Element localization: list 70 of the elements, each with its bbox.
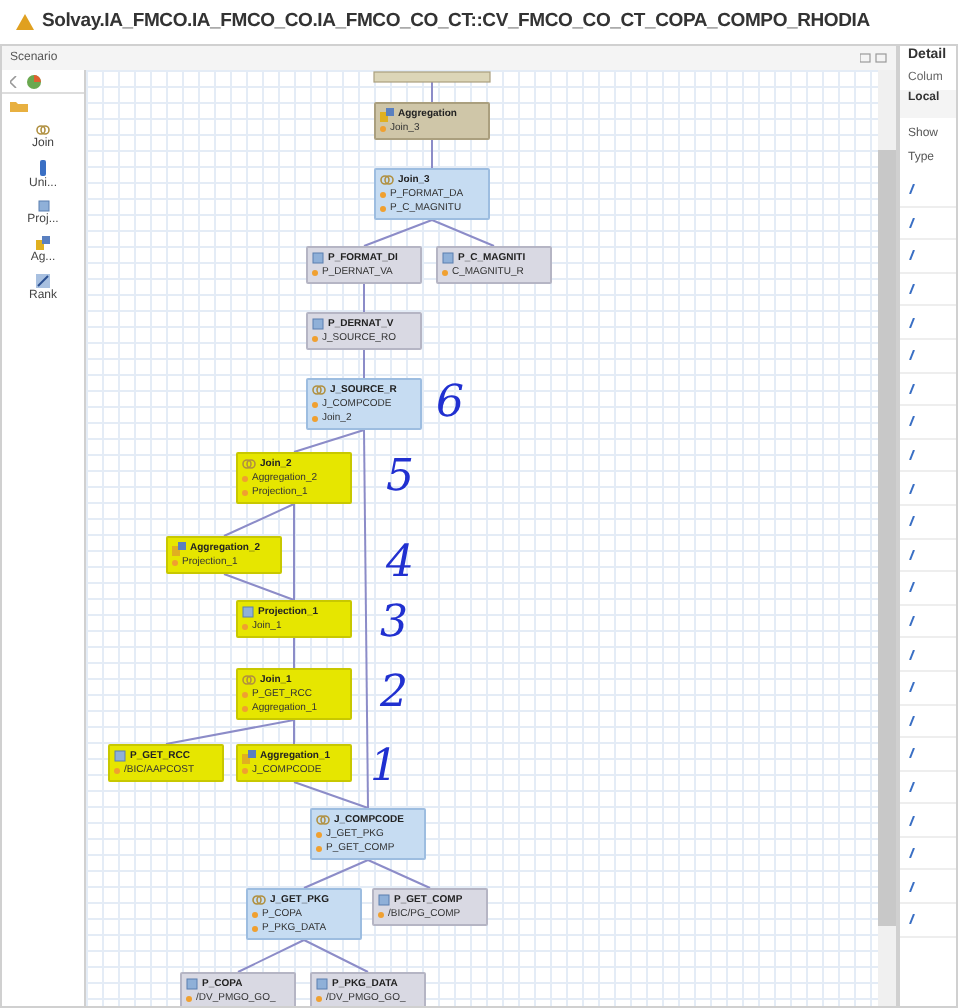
projection-icon bbox=[442, 252, 454, 265]
type-icon bbox=[908, 616, 916, 627]
aggregation-icon bbox=[36, 236, 50, 250]
projection-icon bbox=[378, 894, 390, 907]
join-icon bbox=[316, 814, 330, 827]
join-icon bbox=[312, 384, 326, 397]
type-icon bbox=[908, 217, 916, 228]
type-icon bbox=[908, 284, 916, 295]
type-icon bbox=[908, 416, 916, 427]
folder-icon[interactable] bbox=[10, 100, 28, 112]
type-icon bbox=[908, 549, 916, 560]
connector-line bbox=[363, 283, 365, 313]
rank-icon bbox=[36, 274, 50, 288]
type-icon bbox=[908, 383, 916, 394]
semantics-node[interactable] bbox=[373, 71, 491, 83]
connector-line bbox=[303, 859, 369, 889]
join-icon bbox=[36, 124, 50, 136]
handwritten-number: 6 bbox=[436, 382, 464, 426]
connector-line bbox=[293, 637, 295, 669]
type-icon bbox=[908, 317, 916, 328]
type-icon bbox=[908, 250, 916, 261]
connector-line bbox=[237, 939, 305, 973]
aggregation-icon bbox=[380, 107, 394, 122]
type-icon bbox=[908, 748, 916, 759]
type-icon bbox=[908, 450, 916, 461]
join-icon bbox=[242, 674, 256, 687]
join-icon bbox=[380, 174, 394, 187]
type-icon bbox=[908, 848, 916, 859]
type-icon bbox=[908, 815, 916, 826]
window-title: Solvay.IA_FMCO.IA_FMCO_CO.IA_FMCO_CO_CT::CV_FMCO_CO_CT_COPA_COMPO_RHODIA bbox=[42, 7, 870, 36]
vertical-scrollbar[interactable] bbox=[878, 70, 896, 1006]
type-icon bbox=[908, 483, 916, 494]
handwritten-number: 3 bbox=[380, 602, 408, 646]
type-icon bbox=[908, 682, 916, 693]
connector-line bbox=[363, 219, 433, 247]
type-icon bbox=[908, 350, 916, 361]
handwritten-number: 1 bbox=[370, 746, 398, 790]
projection-icon bbox=[114, 750, 126, 763]
connector-line bbox=[303, 939, 369, 973]
view-menu-icon[interactable] bbox=[860, 52, 888, 64]
warning-icon bbox=[16, 14, 34, 30]
connector-line bbox=[367, 859, 431, 889]
projection-icon bbox=[242, 606, 254, 619]
connector-line bbox=[431, 139, 433, 169]
type-icon bbox=[908, 881, 916, 892]
projection-icon bbox=[312, 252, 324, 265]
type-icon bbox=[908, 184, 916, 195]
handwritten-number: 2 bbox=[380, 672, 408, 716]
globe-icon[interactable] bbox=[26, 73, 42, 89]
connector-line bbox=[431, 219, 495, 247]
type-icon bbox=[908, 715, 916, 726]
union-icon bbox=[38, 160, 48, 176]
projection-icon bbox=[316, 978, 328, 991]
handwritten-number: 4 bbox=[386, 542, 414, 586]
handwritten-number: 5 bbox=[386, 456, 414, 500]
projection-icon bbox=[37, 200, 49, 212]
join-icon bbox=[252, 894, 266, 907]
join-icon bbox=[242, 458, 256, 471]
type-icon bbox=[908, 914, 916, 925]
connector-line bbox=[431, 81, 433, 103]
type-icon bbox=[908, 582, 916, 593]
projection-icon bbox=[312, 318, 324, 331]
type-icon bbox=[908, 516, 916, 527]
projection-icon bbox=[186, 978, 198, 991]
back-icon[interactable] bbox=[10, 75, 18, 87]
connector-line bbox=[363, 349, 365, 379]
aggregation-icon bbox=[242, 749, 256, 764]
aggregation-icon bbox=[172, 541, 186, 556]
type-icon bbox=[908, 781, 916, 792]
type-icon bbox=[908, 649, 916, 660]
